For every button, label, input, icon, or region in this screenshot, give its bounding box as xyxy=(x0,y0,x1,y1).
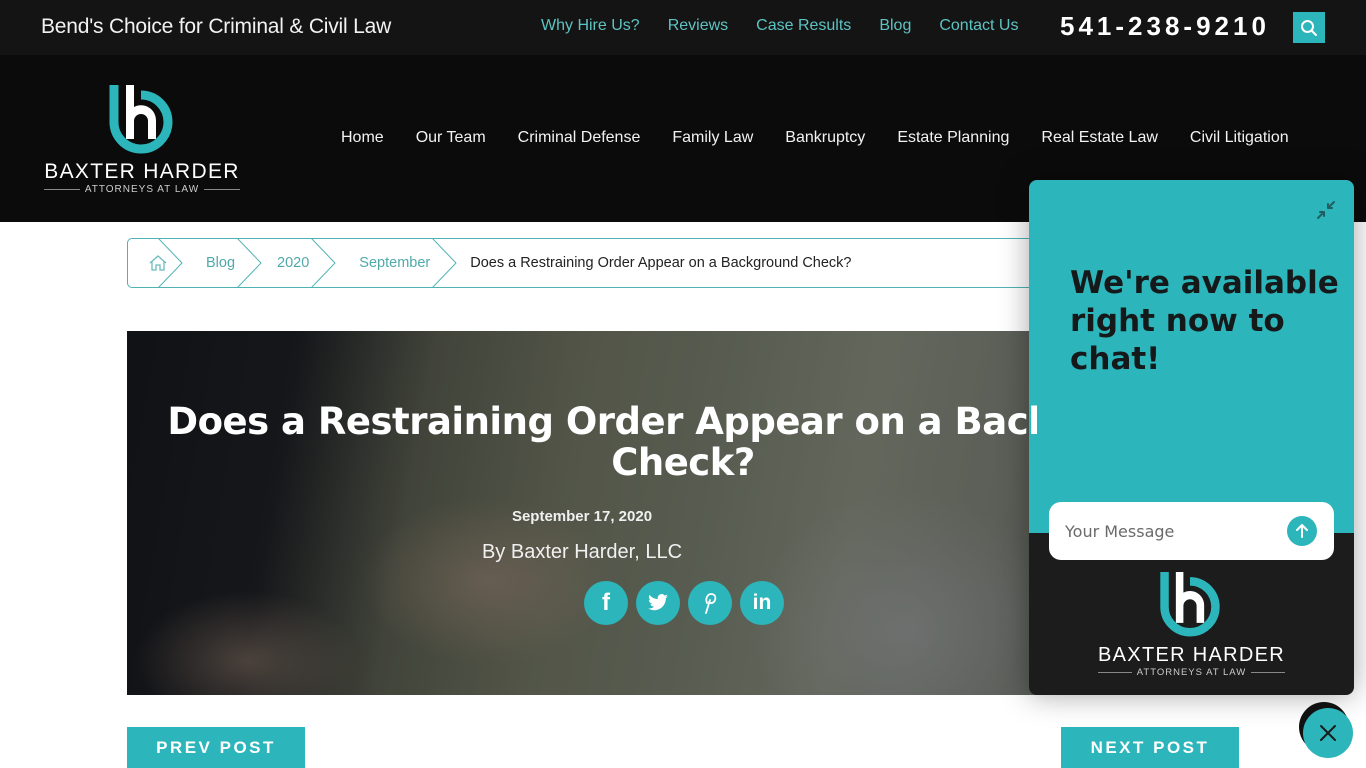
nav-family-law[interactable]: Family Law xyxy=(672,129,753,147)
logo-mark-icon xyxy=(109,85,173,154)
hero-content: Does a Restraining Order Appear on a Bac… xyxy=(127,331,1037,695)
breadcrumb-separator xyxy=(311,239,336,287)
next-post-button[interactable]: NEXT POST xyxy=(1061,727,1239,768)
breadcrumb-item-2020[interactable]: 2020 xyxy=(263,239,337,287)
nav-criminal-defense[interactable]: Criminal Defense xyxy=(518,129,641,147)
share-twitter-button[interactable] xyxy=(636,581,680,625)
arrow-up-icon xyxy=(1296,524,1308,538)
nav-real-estate-law[interactable]: Real Estate Law xyxy=(1041,129,1158,147)
divider xyxy=(1097,672,1132,673)
breadcrumb-item-blog[interactable]: Blog xyxy=(184,239,263,287)
chat-close-circle xyxy=(1303,708,1353,758)
post-title: Does a Restraining Order Appear on a Bac… xyxy=(167,400,1037,484)
tagline: Bend's Choice for Criminal & Civil Law xyxy=(41,15,392,38)
share-linkedin-button[interactable]: in xyxy=(740,581,784,625)
top-link-contact-us[interactable]: Contact Us xyxy=(939,17,1018,35)
breadcrumb-current: Does a Restraining Order Appear on a Bac… xyxy=(470,255,852,271)
chat-message-box xyxy=(1049,502,1334,560)
breadcrumb-separator xyxy=(237,239,262,287)
logo-mark-icon xyxy=(1160,571,1220,637)
top-bar: Bend's Choice for Criminal & Civil Law W… xyxy=(0,0,1366,55)
breadcrumb: Blog 2020 September Does a Restraining O… xyxy=(127,238,1067,288)
chat-minimize-button[interactable] xyxy=(1315,199,1337,221)
nav-home[interactable]: Home xyxy=(341,129,384,147)
breadcrumb-label[interactable]: 2020 xyxy=(275,255,309,271)
nav-bankruptcy[interactable]: Bankruptcy xyxy=(785,129,865,147)
top-link-reviews[interactable]: Reviews xyxy=(668,17,728,35)
chat-logo-brand: BAXTER HARDER xyxy=(1098,644,1285,666)
logo-brand: BAXTER HARDER xyxy=(44,160,240,183)
divider xyxy=(1251,672,1286,673)
pinterest-icon xyxy=(705,593,717,614)
chat-close-button[interactable] xyxy=(1299,702,1353,758)
chat-send-button[interactable] xyxy=(1287,516,1317,546)
divider xyxy=(43,189,80,190)
breadcrumb-item-september[interactable]: September xyxy=(337,239,458,287)
chat-logo: BAXTER HARDER ATTORNEYS AT LAW xyxy=(1089,568,1294,678)
top-links: Why Hire Us? Reviews Case Results Blog C… xyxy=(541,17,1046,35)
share-buttons: f in xyxy=(584,581,784,625)
breadcrumb-separator xyxy=(158,239,183,287)
chat-message-input[interactable] xyxy=(1065,521,1275,541)
share-facebook-button[interactable]: f xyxy=(584,581,628,625)
twitter-icon xyxy=(648,594,668,611)
facebook-icon: f xyxy=(602,589,610,616)
logo-subtitle: ATTORNEYS AT LAW xyxy=(40,184,244,195)
breadcrumb-label[interactable]: September xyxy=(349,255,430,271)
chat-logo-subtitle: ATTORNEYS AT LAW xyxy=(1089,667,1294,678)
search-button[interactable] xyxy=(1293,12,1325,43)
prev-post-button[interactable]: PREV POST xyxy=(127,727,305,768)
phone-number-link[interactable]: 541-238-9210 xyxy=(1060,11,1270,42)
post-hero: Does a Restraining Order Appear on a Bac… xyxy=(127,331,1037,695)
site-logo[interactable]: BAXTER HARDER ATTORNEYS AT LAW xyxy=(40,83,244,198)
chat-header: We're available right now to chat! xyxy=(1029,180,1354,533)
top-link-case-results[interactable]: Case Results xyxy=(756,17,851,35)
close-icon xyxy=(1320,725,1336,741)
chat-logo-subtitle-text: ATTORNEYS AT LAW xyxy=(1136,667,1247,678)
breadcrumb-separator xyxy=(432,239,457,287)
nav-our-team[interactable]: Our Team xyxy=(416,129,486,147)
main-nav: Home Our Team Criminal Defense Family La… xyxy=(341,129,1321,147)
post-author: By Baxter Harder, LLC xyxy=(481,541,683,563)
chat-widget: We're available right now to chat! BAXTE… xyxy=(1029,180,1354,695)
nav-civil-litigation[interactable]: Civil Litigation xyxy=(1190,129,1289,147)
linkedin-icon: in xyxy=(752,591,772,614)
divider xyxy=(204,189,241,190)
top-link-blog[interactable]: Blog xyxy=(879,17,911,35)
chat-headline: We're available right now to chat! xyxy=(1070,265,1339,377)
share-pinterest-button[interactable] xyxy=(688,581,732,625)
top-link-why-hire-us[interactable]: Why Hire Us? xyxy=(541,17,640,35)
logo-subtitle-text: ATTORNEYS AT LAW xyxy=(84,184,200,195)
post-date: September 17, 2020 xyxy=(511,508,653,525)
minimize-icon xyxy=(1317,201,1335,219)
breadcrumb-home[interactable] xyxy=(128,239,184,287)
breadcrumb-label[interactable]: Blog xyxy=(196,255,235,271)
search-icon xyxy=(1301,19,1317,36)
nav-estate-planning[interactable]: Estate Planning xyxy=(897,129,1009,147)
